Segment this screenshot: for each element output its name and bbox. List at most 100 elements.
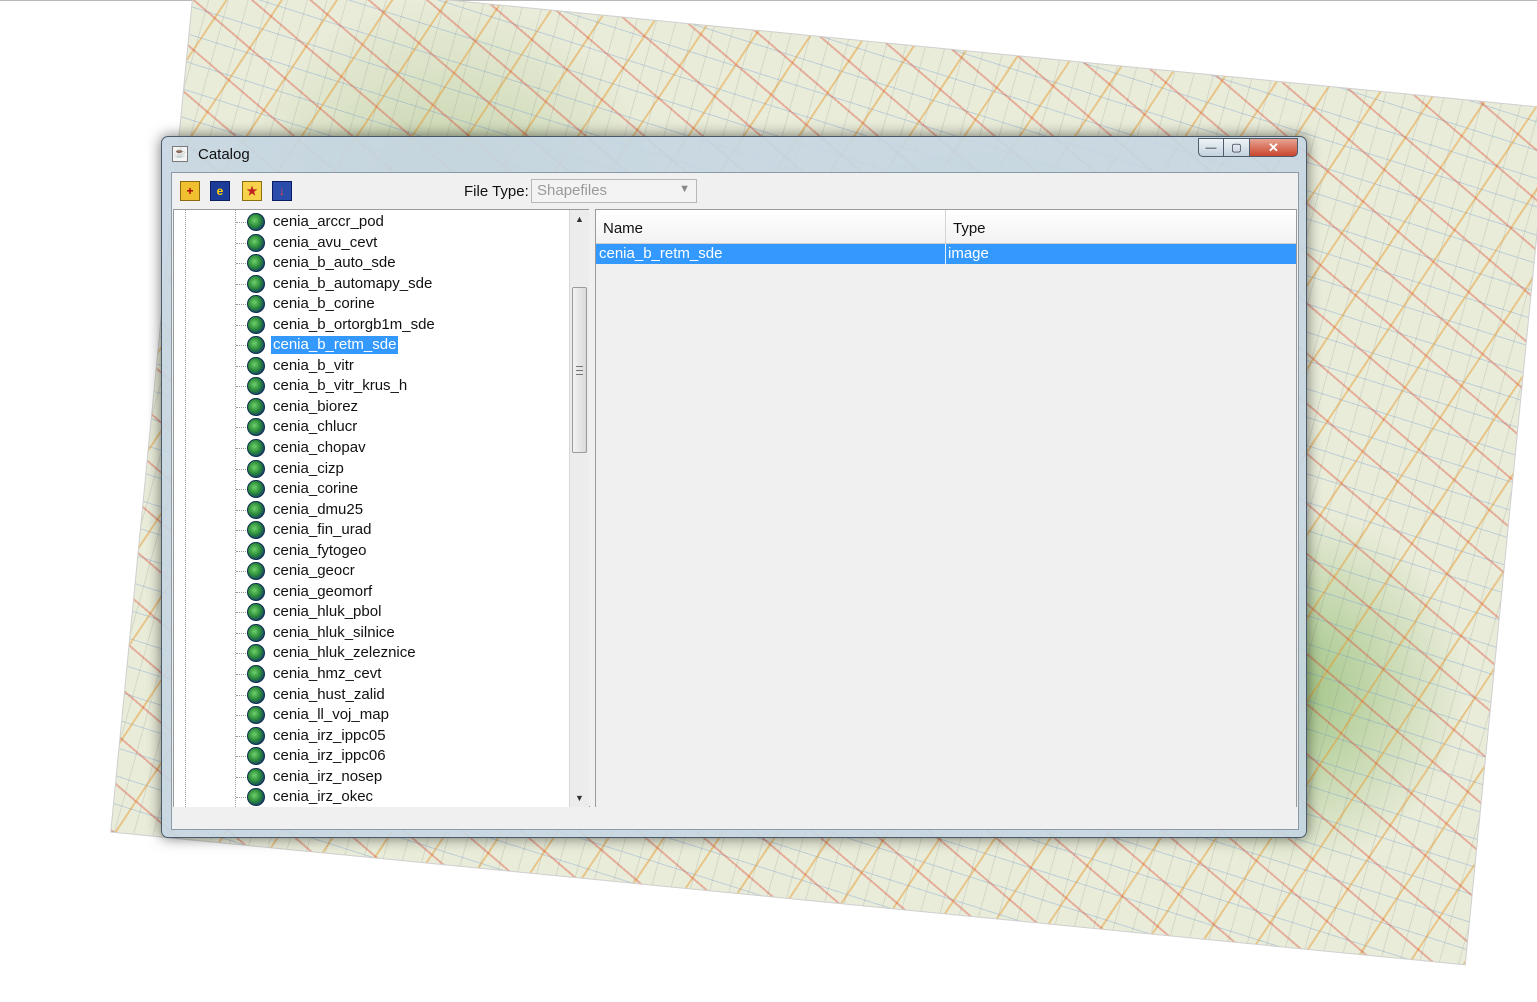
title-bar[interactable]: ☕ Catalog — ▢ ✕ bbox=[162, 137, 1306, 171]
tree-item[interactable]: cenia_b_vitr bbox=[174, 356, 569, 377]
database-globe-icon bbox=[247, 767, 265, 786]
scroll-down-icon[interactable]: ▼ bbox=[570, 789, 589, 807]
database-globe-icon bbox=[247, 603, 265, 622]
java-cup-icon: ☕ bbox=[172, 146, 188, 162]
table-row[interactable]: cenia_b_retm_sde image bbox=[596, 244, 1296, 264]
tree-item-label: cenia_b_auto_sde bbox=[273, 254, 396, 272]
tree-item-label: cenia_geomorf bbox=[273, 582, 373, 600]
tree-item[interactable]: cenia_fin_urad bbox=[174, 520, 569, 541]
tree-item-label: cenia_chlucr bbox=[273, 418, 358, 436]
tree-item-label: cenia_irz_ippc06 bbox=[273, 747, 386, 765]
tree-item[interactable]: cenia_hluk_silnice bbox=[174, 623, 569, 644]
tree-item[interactable]: cenia_fytogeo bbox=[174, 541, 569, 562]
save-icon[interactable]: ↓ bbox=[272, 181, 292, 201]
tree-item[interactable]: cenia_b_corine bbox=[174, 294, 569, 315]
database-globe-icon bbox=[247, 377, 265, 396]
tree-item[interactable]: cenia_b_automapy_sde bbox=[174, 274, 569, 295]
minimize-button[interactable]: — bbox=[1198, 138, 1224, 157]
database-globe-icon bbox=[247, 500, 265, 519]
database-globe-icon bbox=[247, 747, 265, 766]
tree-item[interactable]: cenia_hmz_cevt bbox=[174, 664, 569, 685]
database-globe-icon bbox=[247, 295, 265, 314]
tree-item-label: cenia_b_automapy_sde bbox=[273, 274, 433, 292]
database-globe-icon bbox=[247, 233, 265, 252]
tree-item-label: cenia_hluk_silnice bbox=[273, 623, 395, 641]
column-separator[interactable] bbox=[945, 210, 946, 243]
tree-item[interactable]: cenia_geomorf bbox=[174, 582, 569, 603]
add-layer-icon[interactable]: + bbox=[180, 181, 200, 201]
tree-item-label: cenia_corine bbox=[273, 480, 359, 498]
scrollbar-thumb[interactable] bbox=[572, 287, 587, 453]
catalog-tree[interactable]: cenia_arccr_pod cenia_avu_cevt cenia_b_aut… bbox=[173, 209, 590, 808]
tree-item-label: cenia_b_retm_sde bbox=[271, 336, 399, 355]
chevron-down-icon: ▼ bbox=[679, 183, 690, 195]
database-globe-icon bbox=[247, 665, 265, 684]
database-globe-icon bbox=[247, 788, 265, 807]
scroll-up-icon[interactable]: ▲ bbox=[570, 210, 589, 228]
close-icon: ✕ bbox=[1268, 139, 1279, 155]
database-globe-icon bbox=[247, 480, 265, 499]
tree-item[interactable]: cenia_irz_ippc06 bbox=[174, 746, 569, 767]
tree-item[interactable]: cenia_geocr bbox=[174, 561, 569, 582]
tree-item-label: cenia_b_vitr bbox=[273, 356, 354, 374]
tree-item[interactable]: cenia_hust_zalid bbox=[174, 685, 569, 706]
tree-item[interactable]: cenia_corine bbox=[174, 479, 569, 500]
new-folder-icon[interactable]: ★ bbox=[242, 181, 262, 201]
close-button[interactable]: ✕ bbox=[1250, 138, 1298, 157]
tree-item[interactable]: cenia_avu_cevt bbox=[174, 233, 569, 254]
database-globe-icon bbox=[247, 397, 265, 416]
catalog-window: ☕ Catalog — ▢ ✕ + e ★ ↓ File Type: Shape… bbox=[161, 136, 1307, 838]
tree-item[interactable]: cenia_chopav bbox=[174, 438, 569, 459]
tree-vertical-scrollbar[interactable]: ▲ ▼ bbox=[569, 210, 589, 807]
maximize-button[interactable]: ▢ bbox=[1224, 138, 1250, 157]
database-globe-icon bbox=[247, 254, 265, 273]
layer-table[interactable]: Name Type cenia_b_retm_sde image bbox=[595, 209, 1297, 808]
scrollbar-grip-icon bbox=[576, 366, 583, 375]
tree-item-label: cenia_hluk_pbol bbox=[273, 603, 382, 621]
database-globe-icon bbox=[247, 521, 265, 540]
tree-item-label: cenia_cizp bbox=[273, 459, 344, 477]
table-header: Name Type bbox=[596, 210, 1296, 244]
column-header-type[interactable]: Type bbox=[953, 220, 986, 237]
tree-item[interactable]: cenia_cizp bbox=[174, 459, 569, 480]
window-title: Catalog bbox=[198, 146, 250, 163]
tree-item[interactable]: cenia_irz_nosep bbox=[174, 767, 569, 788]
tree-item[interactable]: cenia_b_retm_sde bbox=[174, 335, 569, 356]
tree-item[interactable]: cenia_irz_okec bbox=[174, 787, 569, 807]
tree-item[interactable]: cenia_irz_ippc05 bbox=[174, 726, 569, 747]
tree-item[interactable]: cenia_hluk_zeleznice bbox=[174, 643, 569, 664]
database-globe-icon bbox=[247, 726, 265, 745]
tree-item-label: cenia_irz_nosep bbox=[273, 767, 383, 785]
database-globe-icon bbox=[247, 459, 265, 478]
tree-item-label: cenia_hust_zalid bbox=[273, 685, 385, 703]
toolbar: + e ★ ↓ File Type: Shapefiles ▼ bbox=[172, 173, 1298, 209]
tree-item[interactable]: cenia_chlucr bbox=[174, 417, 569, 438]
database-globe-icon bbox=[247, 418, 265, 437]
minimize-icon: — bbox=[1205, 141, 1217, 154]
tree-item-label: cenia_geocr bbox=[273, 562, 355, 580]
database-globe-icon bbox=[247, 336, 265, 355]
tree-item[interactable]: cenia_arccr_pod bbox=[174, 212, 569, 233]
tree-item[interactable]: cenia_b_auto_sde bbox=[174, 253, 569, 274]
window-controls: — ▢ ✕ bbox=[1198, 138, 1298, 158]
maximize-icon: ▢ bbox=[1231, 142, 1242, 154]
tree-item[interactable]: cenia_b_vitr_krus_h bbox=[174, 376, 569, 397]
database-globe-icon bbox=[247, 582, 265, 601]
tree-item[interactable]: cenia_dmu25 bbox=[174, 500, 569, 521]
column-header-name[interactable]: Name bbox=[603, 220, 643, 237]
tree-item-label: cenia_avu_cevt bbox=[273, 233, 378, 251]
status-bar bbox=[172, 807, 1298, 829]
tree-item[interactable]: cenia_hluk_pbol bbox=[174, 602, 569, 623]
window-client-area: + e ★ ↓ File Type: Shapefiles ▼ cenia_ar… bbox=[171, 172, 1299, 830]
tree-item[interactable]: cenia_ll_voj_map bbox=[174, 705, 569, 726]
database-globe-icon bbox=[247, 439, 265, 458]
catalog-icon[interactable]: e bbox=[210, 181, 230, 201]
file-type-select[interactable]: Shapefiles ▼ bbox=[531, 179, 697, 203]
tree-item[interactable]: cenia_biorez bbox=[174, 397, 569, 418]
tree-item-label: cenia_hluk_zeleznice bbox=[273, 644, 416, 662]
tree-item-label: cenia_hmz_cevt bbox=[273, 665, 382, 683]
tree-item-label: cenia_arccr_pod bbox=[273, 213, 384, 230]
file-type-value: Shapefiles bbox=[537, 182, 608, 199]
tree-item[interactable]: cenia_b_ortorgb1m_sde bbox=[174, 315, 569, 336]
tree-item-label: cenia_ll_voj_map bbox=[273, 706, 389, 724]
